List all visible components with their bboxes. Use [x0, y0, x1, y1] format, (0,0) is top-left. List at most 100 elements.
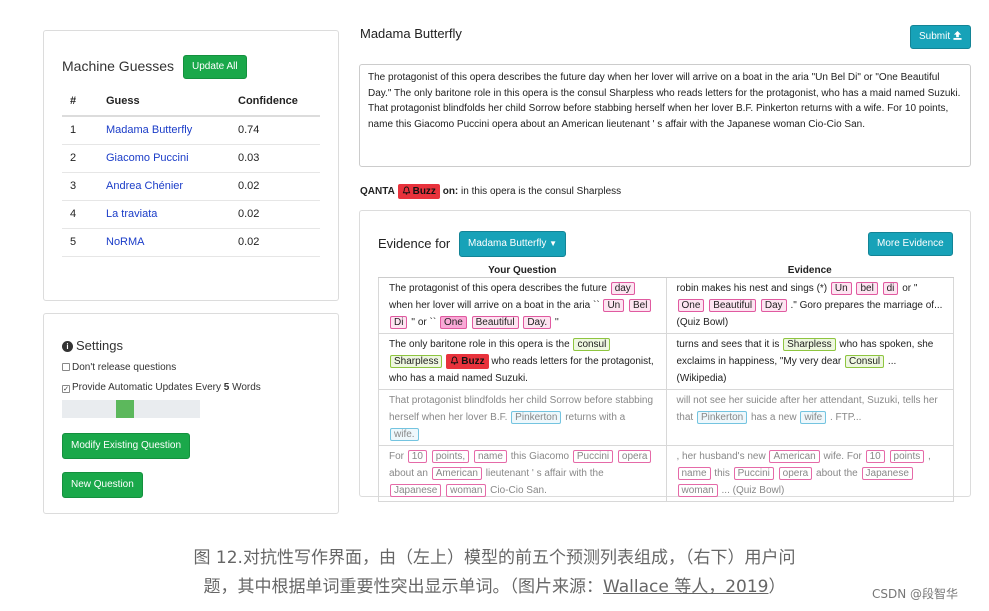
evidence-answer-dropdown[interactable]: Madama Butterfly ▼: [459, 231, 567, 257]
figure-caption: 图 12.对抗性写作界面，由（左上）模型的前五个预测列表组成，（右下）用户问 题…: [0, 544, 989, 602]
guess-link[interactable]: La traviata: [98, 200, 230, 229]
new-question-button[interactable]: New Question: [62, 472, 143, 498]
guess-row[interactable]: 4 La traviata 0.02: [62, 200, 320, 229]
modify-question-button[interactable]: Modify Existing Question: [62, 433, 191, 459]
highlighted-word[interactable]: consul: [573, 338, 611, 351]
evidence-cell: will not see her suicide after her atten…: [665, 389, 954, 446]
highlighted-word[interactable]: di: [882, 282, 899, 295]
highlighted-word[interactable]: name: [677, 467, 711, 480]
update-frequency-slider[interactable]: [62, 400, 200, 418]
text-segment: this: [711, 468, 733, 479]
highlighted-word[interactable]: 10: [865, 450, 885, 463]
settings-title-text: Settings: [76, 338, 123, 353]
evidence-panel: Evidence for Madama Butterfly ▼ More Evi…: [359, 210, 971, 502]
text-segment: has a new: [748, 412, 800, 423]
caption-source-link[interactable]: Wallace 等人，2019: [603, 577, 768, 597]
caption-line-2-suffix: ）: [768, 577, 786, 597]
update-all-button[interactable]: Update All: [183, 55, 247, 79]
highlighted-word[interactable]: Beautiful: [709, 299, 757, 312]
col-confidence-header: Confidence: [230, 87, 320, 117]
highlighted-word[interactable]: Sharpless: [783, 338, 836, 351]
highlighted-word[interactable]: bel: [856, 282, 878, 295]
more-evidence-button[interactable]: More Evidence: [868, 232, 953, 256]
question-sentence-cell: The only baritone role in this opera is …: [378, 333, 667, 390]
highlighted-word[interactable]: Pinkerton: [696, 411, 748, 424]
auto-update-row[interactable]: ✓ Provide Automatic Updates Every 5 Words: [62, 382, 261, 393]
highlighted-word[interactable]: day: [610, 282, 635, 295]
highlighted-word[interactable]: Puccini: [733, 467, 774, 480]
guess-row[interactable]: 1 Madama Butterfly 0.74: [62, 116, 320, 145]
highlighted-word[interactable]: wife.: [390, 428, 419, 441]
highlighted-word[interactable]: wife: [800, 411, 827, 424]
evidence-cell: , her husband's new American wife. For 1…: [665, 445, 954, 502]
dont-release-checkbox[interactable]: [62, 363, 70, 371]
highlighted-word[interactable]: Beautiful: [471, 316, 519, 329]
highlighted-word[interactable]: Day: [760, 299, 787, 312]
csdn-watermark: CSDN @段智华: [872, 587, 959, 601]
guess-confidence: 0.02: [230, 228, 320, 257]
highlighted-word[interactable]: woman: [446, 484, 487, 497]
highlighted-word[interactable]: American: [431, 467, 482, 480]
guess-link[interactable]: Andrea Chénier: [98, 172, 230, 201]
evidence-for-label: Evidence for: [378, 236, 451, 251]
question-textarea[interactable]: The protagonist of this opera describes …: [359, 64, 971, 167]
slider-thumb[interactable]: [116, 400, 134, 418]
guess-confidence: 0.74: [230, 116, 320, 145]
buzz-marker: Buzz: [446, 354, 489, 369]
submit-button[interactable]: Submit: [910, 25, 972, 49]
text-segment: returns with a: [562, 412, 626, 423]
buzz-badge: Buzz: [397, 184, 440, 199]
guess-link[interactable]: Madama Butterfly: [98, 116, 230, 145]
highlighted-word[interactable]: One: [439, 316, 467, 329]
text-segment: [757, 300, 760, 311]
auto-update-checkbox[interactable]: ✓: [62, 385, 70, 393]
text-segment: when her lover will arrive on a boat in …: [389, 300, 603, 311]
question-sentence-cell: The protagonist of this opera describes …: [378, 277, 667, 334]
auto-update-label-suffix: Words: [229, 382, 261, 393]
highlighted-word[interactable]: Pinkerton: [511, 411, 562, 424]
guess-row[interactable]: 3 Andrea Chénier 0.02: [62, 172, 320, 201]
guess-rank: 4: [62, 200, 98, 229]
text-segment: about an: [389, 468, 431, 479]
col-guess-header: Guess: [98, 87, 230, 117]
highlighted-word[interactable]: opera: [778, 467, 813, 480]
highlighted-word[interactable]: Sharpless: [390, 355, 443, 368]
text-segment: Cio-Cio San.: [487, 485, 547, 496]
highlighted-word[interactable]: name: [473, 450, 507, 463]
text-segment: '': [552, 317, 559, 328]
text-segment: [468, 317, 471, 328]
qanta-label: QANTA: [360, 186, 395, 197]
guess-link[interactable]: NoRMA: [98, 228, 230, 257]
highlighted-word[interactable]: Un: [830, 282, 852, 295]
evidence-cell: robin makes his nest and sings (*) Un be…: [665, 277, 954, 334]
highlighted-word[interactable]: Un: [603, 299, 625, 312]
guess-row[interactable]: 2 Giacomo Puccini 0.03: [62, 144, 320, 173]
highlighted-word[interactable]: woman: [677, 484, 718, 497]
text-segment: turns and sees that it is: [676, 339, 783, 350]
guess-row[interactable]: 5 NoRMA 0.02: [62, 228, 320, 257]
buzz-marker-text: Buzz: [461, 356, 485, 367]
text-segment: [470, 451, 473, 462]
highlighted-word[interactable]: American: [769, 450, 820, 463]
your-question-header: Your Question: [378, 264, 666, 278]
evidence-cell: turns and sees that it is Sharpless who …: [665, 333, 954, 390]
highlighted-word[interactable]: points: [889, 450, 925, 463]
text-segment: The protagonist of this opera describes …: [389, 283, 610, 294]
guess-rank: 1: [62, 116, 98, 145]
highlighted-word[interactable]: 10: [407, 450, 427, 463]
settings-title: i Settings: [62, 338, 123, 353]
highlighted-word[interactable]: Puccini: [572, 450, 614, 463]
highlighted-word[interactable]: Di: [390, 316, 408, 329]
highlighted-word[interactable]: Japanese: [861, 467, 913, 480]
highlighted-word[interactable]: opera: [617, 450, 652, 463]
highlighted-word[interactable]: points,: [431, 450, 470, 463]
text-segment: The only baritone role in this opera is …: [389, 339, 573, 350]
caption-line-2-prefix: 题，其中根据单词重要性突出显示单词。（图片来源：: [203, 577, 604, 597]
guess-link[interactable]: Giacomo Puccini: [98, 144, 230, 173]
highlighted-word[interactable]: Japanese: [390, 484, 442, 497]
highlighted-word[interactable]: Consul: [845, 355, 885, 368]
dont-release-row[interactable]: Don't release questions: [62, 362, 176, 373]
highlighted-word[interactable]: Bel: [629, 299, 652, 312]
highlighted-word[interactable]: Day.: [523, 316, 552, 329]
highlighted-word[interactable]: One: [677, 299, 705, 312]
